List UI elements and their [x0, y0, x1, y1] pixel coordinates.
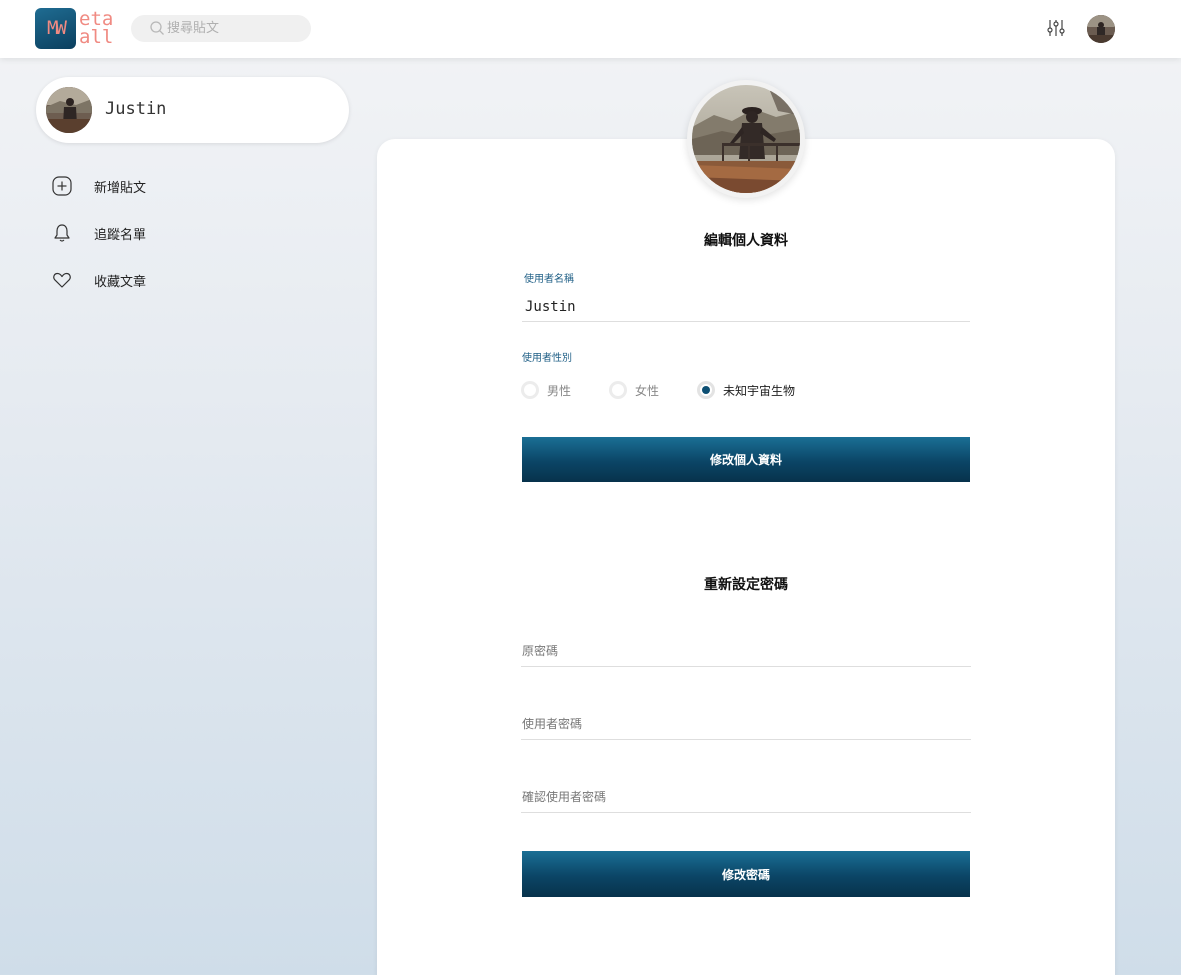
bell-icon — [54, 224, 70, 242]
settings-card — [377, 139, 1115, 975]
header-avatar-image — [1087, 15, 1115, 43]
radio-label: 男性 — [547, 384, 572, 398]
radio-circle — [609, 381, 627, 399]
radio-label: 女性 — [635, 384, 660, 398]
update-password-button[interactable]: 修改密碼 — [522, 851, 970, 897]
sidebar-item-favorites[interactable]: 收藏文章 — [52, 268, 252, 292]
radio-circle-checked — [697, 381, 715, 399]
search-icon — [150, 21, 164, 35]
new-password-input[interactable] — [521, 708, 971, 740]
logo-mark: MW — [35, 8, 76, 49]
profile-avatar-image — [692, 85, 800, 193]
old-password-input[interactable] — [521, 635, 971, 667]
sidebar-item-label: 收藏文章 — [94, 275, 147, 290]
gender-radio-female[interactable]: 女性 — [609, 380, 689, 400]
logo-text: eta all — [79, 10, 114, 48]
top-navigation-bar: MW eta all — [0, 0, 1181, 58]
gender-label: 使用者性別 — [522, 353, 572, 364]
gender-radio-unknown[interactable]: 未知宇宙生物 — [697, 380, 817, 400]
edit-profile-title: 編輯個人資料 — [704, 233, 788, 249]
filter-sliders-icon[interactable] — [1046, 18, 1066, 38]
radio-circle — [521, 381, 539, 399]
header-avatar[interactable] — [1087, 15, 1115, 43]
search-bar — [131, 15, 311, 42]
username-label: 使用者名稱 — [524, 274, 574, 285]
logo-text-line2: all — [79, 26, 114, 48]
reset-password-title: 重新設定密碼 — [704, 577, 788, 593]
sidebar-item-new-post[interactable]: 新增貼文 — [52, 174, 252, 198]
logo[interactable]: MW eta all — [35, 8, 115, 50]
profile-avatar[interactable] — [692, 85, 800, 193]
sidebar-item-following[interactable]: 追蹤名單 — [52, 221, 252, 245]
sidebar-item-label: 追蹤名單 — [94, 228, 147, 243]
update-profile-button[interactable]: 修改個人資料 — [522, 437, 970, 482]
sidebar-avatar-image — [46, 87, 92, 133]
gender-radio-male[interactable]: 男性 — [521, 380, 601, 400]
plus-square-icon — [52, 176, 72, 196]
sidebar-avatar — [46, 87, 92, 133]
heart-icon — [53, 272, 71, 288]
sidebar-profile-card[interactable]: Justin — [36, 77, 349, 143]
confirm-password-input[interactable] — [521, 781, 971, 813]
radio-label: 未知宇宙生物 — [723, 384, 796, 398]
sidebar-item-label: 新增貼文 — [94, 181, 147, 196]
sidebar-profile-name: Justin — [105, 99, 167, 119]
search-input[interactable] — [167, 15, 307, 42]
gender-radio-group: 男性 女性 未知宇宙生物 — [521, 380, 971, 400]
username-input[interactable] — [522, 292, 970, 322]
